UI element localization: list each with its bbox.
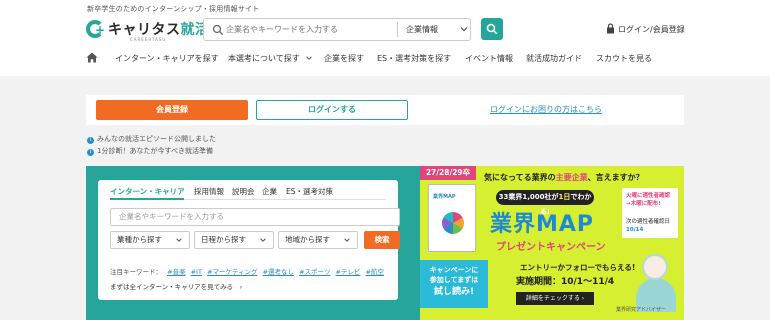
- keyword-link[interactable]: #航空: [366, 268, 384, 276]
- campaign-banner[interactable]: 27/28/29卒 業界MAP キャンペーンに 参加してまずは 試し読み! 気に…: [420, 166, 684, 320]
- chevron-down-icon: [260, 238, 266, 242]
- chevron-down-icon: [306, 56, 313, 60]
- schedule-select-label: 日程から探す: [201, 235, 246, 244]
- logo-text-main: キャリタス: [108, 22, 181, 38]
- view-all-link[interactable]: まずは全インターン・キャリアを見てみる ›: [110, 281, 242, 291]
- nav-item-selection-label: 本選考について探す: [228, 54, 300, 63]
- site-header: 新卒学生のためのインターンシップ・採用情報サイト + キャリタス就活 CAREE…: [0, 0, 770, 76]
- pill-emphasis: 1日: [558, 193, 571, 201]
- book-title: 業界MAP: [433, 194, 456, 200]
- chevron-down-icon: [176, 238, 182, 242]
- tab-intern-career[interactable]: インターン・キャリア: [110, 186, 185, 197]
- next-check-date: 次の適性者確認日 10/14: [626, 218, 670, 234]
- header-search-button[interactable]: [481, 18, 503, 40]
- nav-item-guide[interactable]: 就活成功ガイド: [526, 53, 582, 64]
- cta-line: キャンペーンに: [429, 266, 479, 274]
- search-divider: [397, 22, 398, 37]
- schedule-select[interactable]: 日程から探す: [194, 231, 274, 249]
- nav-item-companies[interactable]: 企業を探す: [324, 53, 364, 64]
- keyword-link[interactable]: #マーケティング: [207, 268, 257, 276]
- keyword-link[interactable]: #選考なし: [263, 268, 294, 276]
- schedule-line: →木曜に配布!: [626, 201, 661, 207]
- tab-es[interactable]: ES・選考対策: [286, 186, 333, 197]
- cta-line: 試し読み!: [433, 287, 475, 297]
- site-logo[interactable]: + キャリタス就活 CAREERTASU: [86, 18, 209, 44]
- nav-item-scout[interactable]: スカウトを見る: [596, 53, 652, 64]
- search-icon: [486, 23, 498, 35]
- cta-line: 参加してまずは: [429, 276, 479, 284]
- login-button[interactable]: ログインする: [256, 100, 408, 120]
- headline-emphasis: 主要企業: [555, 173, 588, 182]
- notice-item[interactable]: i 1分診断！あなたが今すべき就活準備: [87, 146, 213, 156]
- logo-text: キャリタス就活: [108, 19, 210, 39]
- advisor-illustration: [636, 250, 676, 312]
- banner-title: 業界MAP: [490, 212, 595, 237]
- nav-item-intern[interactable]: インターン・キャリアを探す: [115, 53, 219, 64]
- search-icon: [212, 24, 224, 36]
- logo-subtext: CAREERTASU: [130, 37, 167, 42]
- banner-pill: 33業界1,000社が1日でわかる!: [496, 190, 594, 216]
- chevron-down-icon: [460, 27, 468, 32]
- logo-plus-icon: +: [95, 23, 106, 37]
- keyword-link[interactable]: #IT: [191, 268, 202, 276]
- lock-icon: [607, 23, 614, 34]
- search-category-select[interactable]: 企業情報: [406, 24, 438, 35]
- chevron-down-icon: [344, 238, 350, 242]
- distribution-note: 火曜に適性者確認 →木曜に配布! 次の適性者確認日 10/14: [622, 188, 678, 238]
- graduation-year-tag: 27/28/29卒: [420, 166, 476, 180]
- keyword-link[interactable]: #音楽: [167, 268, 185, 276]
- nav-item-es[interactable]: ES・選考対策を探す: [377, 53, 451, 64]
- pill-pre: 33業界1,000社が: [498, 193, 559, 201]
- trial-read-box: キャンペーンに 参加してまずは 試し読み!: [420, 260, 488, 308]
- active-tab-indicator: [110, 198, 184, 200]
- industry-wheel-graphic: [442, 212, 464, 234]
- info-icon: i: [87, 137, 94, 144]
- keywords-label: 注目キーワード：: [110, 268, 162, 276]
- nav-item-selection[interactable]: 本選考について探す: [228, 53, 313, 64]
- notice-text: みんなの就活エピソード公開しました: [97, 135, 216, 143]
- signup-button[interactable]: 会員登録: [96, 100, 248, 120]
- check-details-button[interactable]: 詳細をチェックする ›: [516, 292, 594, 305]
- next-check-label: 次の適性者確認日: [626, 219, 671, 225]
- keyword-search-input[interactable]: 企業名やキーワードを入力する: [110, 208, 400, 226]
- tab-recruit-info[interactable]: 採用情報: [194, 186, 224, 197]
- trial-read-text: キャンペーンに 参加してまずは 試し読み!: [422, 265, 486, 297]
- region-select-label: 地域から探す: [285, 235, 330, 244]
- keyword-link[interactable]: #テレビ: [335, 268, 360, 276]
- keyword-link[interactable]: #スポーツ: [299, 268, 330, 276]
- search-hero: インターン・キャリア 採用情報 説明会 企業 ES・選考対策 企業名やキーワード…: [86, 166, 684, 320]
- header-search-input[interactable]: [226, 20, 396, 39]
- header-search-box: 企業情報: [203, 18, 471, 41]
- schedule-line: 火曜に適性者確認: [626, 193, 671, 199]
- banner-subtitle: プレゼントキャンペーン: [496, 242, 606, 253]
- advisor-head: [642, 254, 668, 280]
- login-register-link[interactable]: ログイン/会員登録: [607, 23, 685, 35]
- info-icon: i: [87, 149, 94, 156]
- distribution-schedule: 火曜に適性者確認 →木曜に配布!: [626, 192, 670, 208]
- region-select[interactable]: 地域から探す: [278, 231, 358, 249]
- campaign-period: 実施期間：10/1〜11/4: [516, 277, 615, 287]
- login-help-link[interactable]: ログインにお困りの方はこちら: [490, 104, 602, 115]
- featured-keywords: 注目キーワード： #音楽 #IT #マーケティング #選考なし #スポーツ #テ…: [110, 266, 384, 276]
- search-button[interactable]: 検索: [364, 231, 400, 249]
- notice-item[interactable]: i みんなの就活エピソード公開しました: [87, 134, 216, 144]
- login-strip: 会員登録 ログインする ログインにお困りの方はこちら: [86, 95, 684, 125]
- headline-pre: 気になってる業界の: [484, 173, 556, 182]
- advisor-label: 業界研究アドバイザー: [616, 307, 667, 313]
- site-tagline: 新卒学生のためのインターンシップ・採用情報サイト: [87, 5, 260, 13]
- tab-companies[interactable]: 企業: [262, 186, 277, 197]
- tab-briefing[interactable]: 説明会: [232, 186, 255, 197]
- industry-select[interactable]: 業種から探す: [110, 231, 190, 249]
- login-register-label: ログイン/会員登録: [618, 25, 685, 34]
- home-icon[interactable]: [86, 52, 98, 63]
- banner-condition: エントリーかフォローでもらえる!: [520, 263, 636, 272]
- next-check-value: 10/14: [626, 227, 644, 233]
- industry-map-book-image: 業界MAP: [428, 184, 476, 252]
- headline-post: 、言えますか？: [587, 173, 644, 182]
- notice-text: 1分診断！あなたが今すべき就活準備: [97, 147, 213, 155]
- nav-item-events[interactable]: イベント情報: [465, 53, 513, 64]
- banner-headline: 気になってる業界の主要企業、言えますか？: [484, 172, 644, 183]
- industry-select-label: 業種から探す: [117, 235, 162, 244]
- search-card: インターン・キャリア 採用情報 説明会 企業 ES・選考対策 企業名やキーワード…: [98, 180, 400, 300]
